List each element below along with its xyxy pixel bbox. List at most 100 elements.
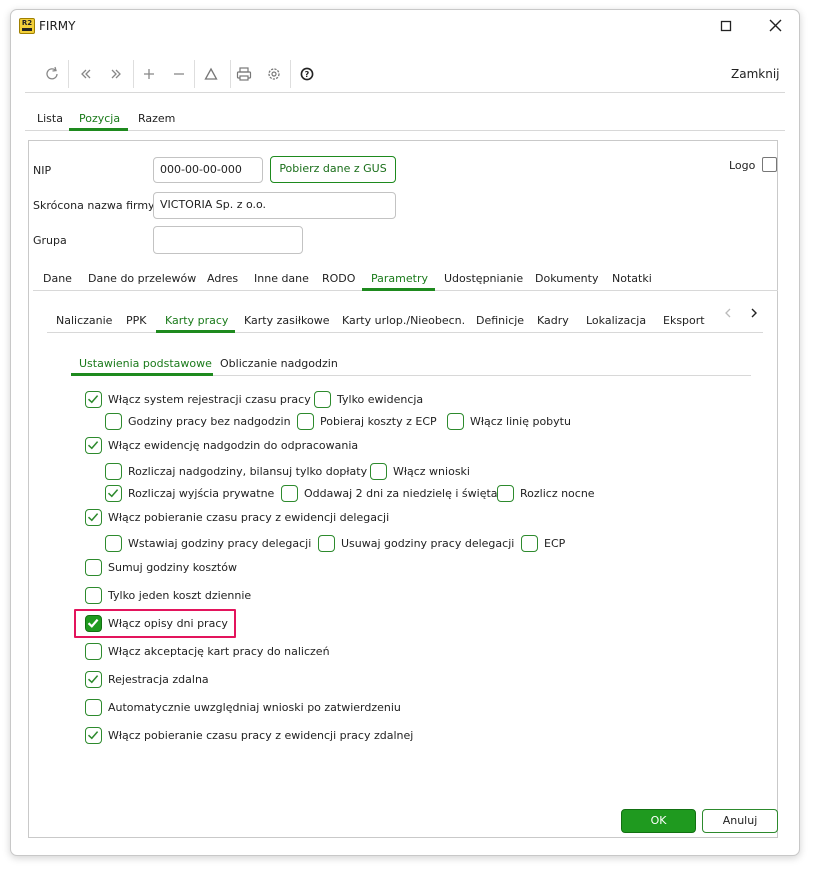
tab-notatki[interactable]: Notatki [612, 272, 652, 285]
toolbar-separator [230, 60, 231, 88]
firmy-window: R2 FIRMY ? Zamknij Lista Pozycja Razem N… [10, 9, 800, 856]
label-ecp: ECP [544, 537, 566, 550]
logo-label: Logo [729, 159, 756, 172]
label-tylko-ewidencja: Tylko ewidencja [337, 393, 424, 406]
checkbox-o19[interactable] [85, 643, 102, 660]
label-praca-zdalna: Włącz pobieranie czasu pracy z ewidencji… [108, 729, 414, 742]
label-automatycznie-wnioski: Automatycznie uwzględniaj wnioski po zat… [108, 701, 401, 714]
checkbox-o11[interactable] [497, 485, 514, 502]
checkbox-o14[interactable] [318, 535, 335, 552]
label-ewidencja-nadgodzin: Włącz ewidencję nadgodzin do odpracowani… [108, 439, 359, 452]
check-mark-icon [87, 441, 99, 450]
logo-checkbox[interactable] [762, 157, 777, 172]
label-wyjscia-prywatne: Rozliczaj wyjścia prywatne [128, 487, 275, 500]
checkbox-o7[interactable] [105, 463, 122, 480]
settings-gear-icon[interactable] [263, 64, 285, 84]
tab-obliczanie-nadgodzin[interactable]: Obliczanie nadgodzin [220, 357, 338, 370]
cancel-button[interactable]: Anuluj [702, 809, 778, 833]
fetch-gus-button[interactable]: Pobierz dane z GUS [270, 156, 396, 183]
form-panel: NIP 000-00-00-000 Pobierz dane z GUS Log… [28, 140, 778, 838]
scroll-left-icon[interactable] [721, 305, 735, 321]
label-godziny-bez-nadgodzin: Godziny pracy bez nadgodzin [128, 415, 291, 428]
first-record-icon[interactable] [75, 64, 97, 84]
print-icon[interactable] [233, 64, 255, 84]
check-mark-icon [87, 731, 99, 740]
checkbox-o13[interactable] [105, 535, 122, 552]
checkbox-o5[interactable] [447, 413, 464, 430]
checkbox-o15[interactable] [521, 535, 538, 552]
tab-razem[interactable]: Razem [138, 112, 175, 125]
maximize-icon[interactable] [715, 16, 737, 36]
nip-label: NIP [33, 164, 52, 177]
tab-karty-zasilkowe[interactable]: Karty zasiłkowe [244, 314, 330, 327]
group-label: Grupa [33, 234, 67, 247]
checkbox-o17[interactable] [85, 587, 102, 604]
check-mark-icon [87, 513, 99, 522]
label-opisy-dni-pracy: Włącz opisy dni pracy [108, 617, 228, 630]
toolbar-divider [25, 92, 785, 93]
label-rejestracja-zdalna: Rejestracja zdalna [108, 673, 209, 686]
checkbox-o1[interactable] [85, 391, 102, 408]
check-mark-icon [107, 489, 119, 498]
checkbox-o21[interactable] [85, 699, 102, 716]
label-rozliczaj-nadgodziny: Rozliczaj nadgodziny, bilansuj tylko dop… [128, 465, 368, 478]
refresh-icon[interactable] [42, 64, 64, 84]
tab-definicje[interactable]: Definicje [476, 314, 524, 327]
checkbox-o20[interactable] [85, 671, 102, 688]
help-icon[interactable]: ? [296, 64, 318, 84]
short-name-input[interactable]: VICTORIA Sp. z o.o. [153, 192, 396, 219]
checkbox-o18[interactable] [85, 615, 102, 632]
param-tabs-divider [47, 332, 763, 333]
checkbox-o9[interactable] [105, 485, 122, 502]
filter-triangle-icon[interactable] [200, 64, 222, 84]
tab-karty-pracy[interactable]: Karty pracy [165, 314, 228, 327]
window-title: FIRMY [39, 19, 76, 33]
tab-udostepnianie[interactable]: Udostępnianie [444, 272, 523, 285]
checkbox-o2[interactable] [314, 391, 331, 408]
remove-icon[interactable] [168, 64, 190, 84]
tab-inne-dane[interactable]: Inne dane [254, 272, 309, 285]
tab-adres[interactable]: Adres [207, 272, 238, 285]
checkbox-o16[interactable] [85, 559, 102, 576]
close-window-icon[interactable] [765, 16, 787, 36]
active-section-indicator [362, 288, 435, 291]
tab-karty-urlop[interactable]: Karty urlop./Nieobecn. [342, 314, 465, 327]
ok-button[interactable]: OK [621, 809, 696, 833]
add-icon[interactable] [138, 64, 160, 84]
nip-input[interactable]: 000-00-00-000 [153, 157, 263, 183]
check-mark-icon [87, 618, 99, 628]
tab-ppk[interactable]: PPK [126, 314, 146, 327]
checkbox-o8[interactable] [370, 463, 387, 480]
checkbox-o6[interactable] [85, 437, 102, 454]
tab-naliczanie[interactable]: Naliczanie [56, 314, 112, 327]
label-linia-pobytu: Włącz linię pobytu [470, 415, 571, 428]
checkbox-o4[interactable] [297, 413, 314, 430]
checkbox-o22[interactable] [85, 727, 102, 744]
tab-lista[interactable]: Lista [37, 112, 63, 125]
last-record-icon[interactable] [105, 64, 127, 84]
label-sumuj-godziny: Sumuj godziny kosztów [108, 561, 237, 574]
tab-dokumenty[interactable]: Dokumenty [535, 272, 598, 285]
tab-pozycja[interactable]: Pozycja [79, 112, 120, 125]
tab-lokalizacja[interactable]: Lokalizacja [586, 314, 646, 327]
tab-eksport[interactable]: Eksport [663, 314, 705, 327]
toolbar-separator [68, 60, 69, 88]
checkbox-o3[interactable] [105, 413, 122, 430]
tab-ustawienia-podstawowe[interactable]: Ustawienia podstawowe [79, 357, 212, 370]
label-pobieraj-koszty: Pobieraj koszty z ECP [320, 415, 437, 428]
tab-kadry[interactable]: Kadry [537, 314, 569, 327]
scroll-right-icon[interactable] [747, 305, 761, 321]
tab-parametry[interactable]: Parametry [371, 272, 428, 285]
tab-rodo[interactable]: RODO [322, 272, 355, 285]
label-wlacz-wnioski: Włącz wnioski [393, 465, 470, 478]
checkbox-o10[interactable] [281, 485, 298, 502]
check-mark-icon [87, 675, 99, 684]
active-param-indicator [156, 330, 235, 333]
close-button[interactable]: Zamknij [731, 67, 780, 81]
tab-dane-do-przelewow[interactable]: Dane do przelewów [88, 272, 196, 285]
group-input[interactable] [153, 226, 303, 254]
tab-dane[interactable]: Dane [43, 272, 72, 285]
checkbox-o12[interactable] [85, 509, 102, 526]
label-akceptacja-kart: Włącz akceptację kart pracy do naliczeń [108, 645, 330, 658]
label-system-rejestracji: Włącz system rejestracji czasu pracy [108, 393, 311, 406]
